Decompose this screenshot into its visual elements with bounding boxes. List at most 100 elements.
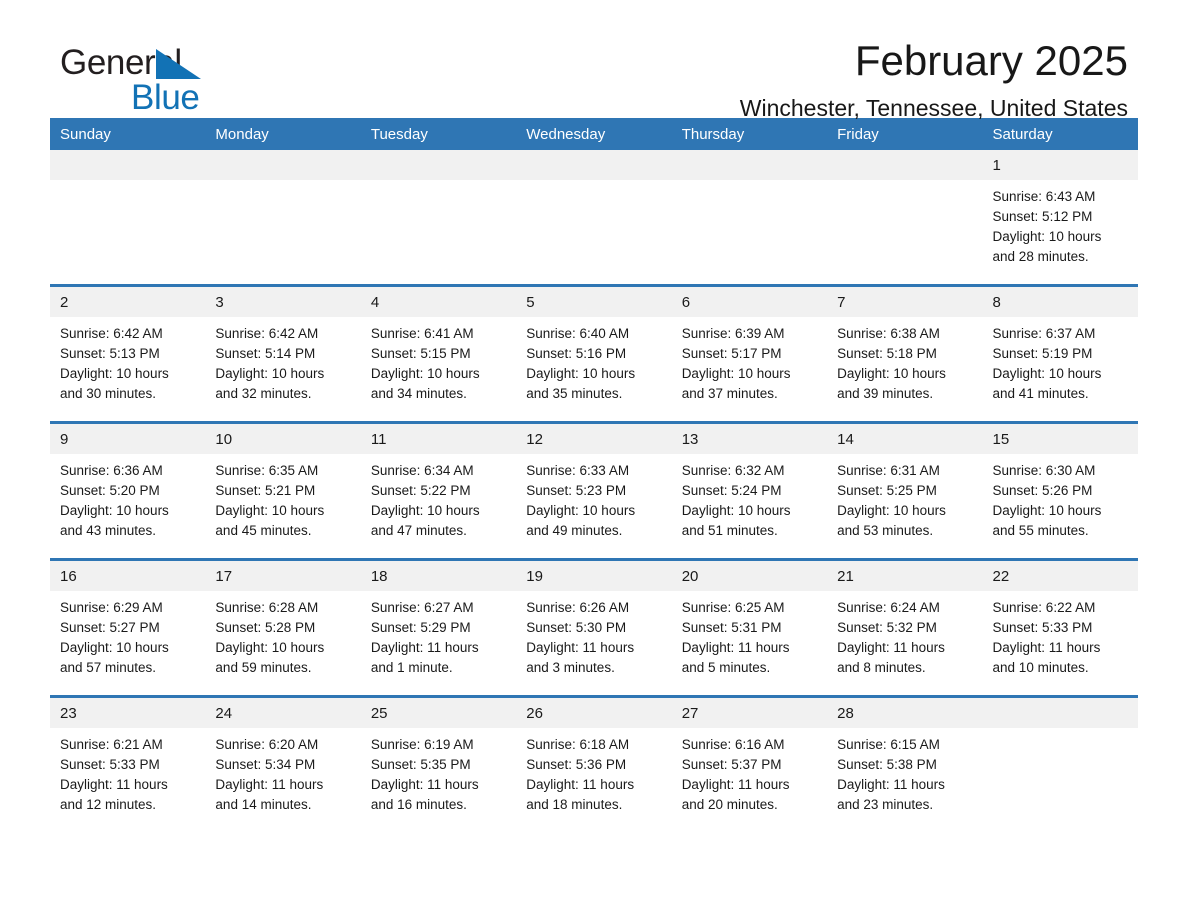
calendar-day-cell[interactable]: 22 Sunrise: 6:22 AM Sunset: 5:33 PM Dayligh… <box>982 559 1138 697</box>
calendar-day-cell[interactable]: 17 Sunrise: 6:28 AM Sunset: 5:28 PM Dayligh… <box>205 559 361 697</box>
day-details: Sunrise: 6:29 AM Sunset: 5:27 PM Daylight:… <box>50 591 205 678</box>
day-details: Sunrise: 6:34 AM Sunset: 5:22 PM Daylight:… <box>361 454 516 541</box>
calendar-week-row: 23 Sunrise: 6:21 AM Sunset: 5:33 PM Dayligh… <box>50 696 1138 832</box>
daylight-duration-line2: and 5 minutes. <box>681 660 771 675</box>
daylight-duration-line1: Daylight: 11 hours <box>370 777 479 792</box>
logo-word-general: General <box>60 44 400 82</box>
day-details: Sunrise: 6:35 AM Sunset: 5:21 PM Daylight:… <box>205 454 360 541</box>
calendar-day-cell[interactable]: 5 Sunrise: 6:40 AM Sunset: 5:16 PM Daylight… <box>516 285 672 423</box>
day-number: 2 <box>50 287 206 317</box>
daylight-duration-line1: Daylight: 11 hours <box>370 640 479 655</box>
day-number: 6 <box>671 287 828 317</box>
day-number: 22 <box>982 561 1138 591</box>
sunrise-time: Sunrise: 6:40 AM <box>526 326 630 341</box>
calendar-day-cell[interactable]: 13 Sunrise: 6:32 AM Sunset: 5:24 PM Dayligh… <box>671 422 828 560</box>
daylight-duration-line1: Daylight: 10 hours <box>215 640 325 655</box>
calendar-page: General Blue February 2025 Winchester, T… <box>0 0 1188 918</box>
calendar-day-cell[interactable]: 4 Sunrise: 6:41 AM Sunset: 5:15 PM Daylight… <box>360 285 517 423</box>
weekday-header-tuesday: Tuesday <box>360 118 517 150</box>
day-number <box>360 150 517 180</box>
daylight-duration-line1: Daylight: 10 hours <box>60 366 169 381</box>
day-details: Sunrise: 6:30 AM Sunset: 5:26 PM Daylight:… <box>983 454 1138 541</box>
daylight-duration-line2: and 23 minutes. <box>837 797 934 812</box>
day-number: 15 <box>982 424 1138 454</box>
day-details: Sunrise: 6:41 AM Sunset: 5:15 PM Daylight:… <box>361 317 516 404</box>
sunset-time: Sunset: 5:26 PM <box>992 483 1093 498</box>
daylight-duration-line1: Daylight: 10 hours <box>992 366 1102 381</box>
calendar-day-cell-empty <box>827 150 983 286</box>
calendar-day-cell[interactable]: 8 Sunrise: 6:37 AM Sunset: 5:19 PM Daylight… <box>982 285 1138 423</box>
calendar-day-cell-empty <box>205 150 361 286</box>
calendar-day-cell[interactable]: 20 Sunrise: 6:25 AM Sunset: 5:31 PM Dayligh… <box>671 559 828 697</box>
calendar-day-cell[interactable]: 2 Sunrise: 6:42 AM Sunset: 5:13 PM Daylight… <box>50 285 206 423</box>
calendar-day-cell[interactable]: 16 Sunrise: 6:29 AM Sunset: 5:27 PM Dayligh… <box>50 559 206 697</box>
daylight-duration-line1: Daylight: 11 hours <box>837 777 945 792</box>
daylight-duration-line1: Daylight: 11 hours <box>526 777 635 792</box>
day-number: 12 <box>516 424 672 454</box>
day-number: 18 <box>360 561 517 591</box>
day-details: Sunrise: 6:38 AM Sunset: 5:18 PM Daylight:… <box>827 317 982 404</box>
calendar-day-cell[interactable]: 7 Sunrise: 6:38 AM Sunset: 5:18 PM Daylight… <box>827 285 983 423</box>
daylight-duration-line1: Daylight: 10 hours <box>992 229 1102 244</box>
calendar-week-row: 2 Sunrise: 6:42 AM Sunset: 5:13 PM Daylight… <box>50 285 1138 423</box>
sunrise-time: Sunrise: 6:35 AM <box>215 463 319 478</box>
calendar-day-cell[interactable]: 14 Sunrise: 6:31 AM Sunset: 5:25 PM Dayligh… <box>827 422 983 560</box>
calendar-day-cell[interactable]: 9 Sunrise: 6:36 AM Sunset: 5:20 PM Daylight… <box>50 422 206 560</box>
page-title: February 2025 <box>854 37 1128 84</box>
daylight-duration-line1: Daylight: 10 hours <box>370 366 480 381</box>
sunset-time: Sunset: 5:22 PM <box>370 483 471 498</box>
day-number: 28 <box>827 698 983 728</box>
sunrise-time: Sunrise: 6:26 AM <box>526 600 630 615</box>
day-number: 14 <box>827 424 983 454</box>
sunset-time: Sunset: 5:16 PM <box>526 346 627 361</box>
day-details: Sunrise: 6:42 AM Sunset: 5:14 PM Daylight:… <box>205 317 360 404</box>
calendar-day-cell[interactable]: 6 Sunrise: 6:39 AM Sunset: 5:17 PM Daylight… <box>671 285 828 423</box>
calendar-header-row: Sunday Monday Tuesday Wednesday Thursday… <box>50 118 1138 150</box>
daylight-duration-line2: and 53 minutes. <box>837 523 934 538</box>
weekday-header-row: Sunday Monday Tuesday Wednesday Thursday… <box>50 118 1138 150</box>
general-blue-logo[interactable]: General Blue <box>60 44 400 120</box>
day-number: 25 <box>360 698 517 728</box>
calendar-day-cell[interactable]: 15 Sunrise: 6:30 AM Sunset: 5:26 PM Dayligh… <box>982 422 1138 560</box>
calendar-day-cell[interactable]: 23 Sunrise: 6:21 AM Sunset: 5:33 PM Dayligh… <box>50 696 206 832</box>
day-number: 27 <box>671 698 828 728</box>
calendar-day-cell-empty <box>671 150 828 286</box>
day-details: Sunrise: 6:36 AM Sunset: 5:20 PM Daylight:… <box>50 454 205 541</box>
calendar-day-cell[interactable]: 10 Sunrise: 6:35 AM Sunset: 5:21 PM Dayligh… <box>205 422 361 560</box>
calendar-day-cell[interactable]: 12 Sunrise: 6:33 AM Sunset: 5:23 PM Dayligh… <box>516 422 672 560</box>
calendar-week-row: 16 Sunrise: 6:29 AM Sunset: 5:27 PM Dayligh… <box>50 559 1138 697</box>
daylight-duration-line1: Daylight: 10 hours <box>526 366 636 381</box>
calendar-day-cell[interactable]: 25 Sunrise: 6:19 AM Sunset: 5:35 PM Dayligh… <box>360 696 517 832</box>
weekday-header-sunday: Sunday <box>50 118 206 150</box>
calendar-day-cell[interactable]: 24 Sunrise: 6:20 AM Sunset: 5:34 PM Dayligh… <box>205 696 361 832</box>
calendar-day-cell[interactable]: 21 Sunrise: 6:24 AM Sunset: 5:32 PM Dayligh… <box>827 559 983 697</box>
calendar-day-cell[interactable]: 26 Sunrise: 6:18 AM Sunset: 5:36 PM Dayligh… <box>516 696 672 832</box>
sunrise-time: Sunrise: 6:32 AM <box>681 463 785 478</box>
day-details: Sunrise: 6:27 AM Sunset: 5:29 PM Daylight:… <box>361 591 516 678</box>
calendar-day-cell[interactable]: 28 Sunrise: 6:15 AM Sunset: 5:38 PM Dayligh… <box>827 696 983 832</box>
sunrise-time: Sunrise: 6:22 AM <box>992 600 1096 615</box>
day-details: Sunrise: 6:39 AM Sunset: 5:17 PM Daylight:… <box>672 317 827 404</box>
daylight-duration-line2: and 39 minutes. <box>837 386 934 401</box>
day-details: Sunrise: 6:19 AM Sunset: 5:35 PM Daylight:… <box>361 728 516 815</box>
calendar-day-cell[interactable]: 11 Sunrise: 6:34 AM Sunset: 5:22 PM Dayligh… <box>360 422 517 560</box>
sunrise-time: Sunrise: 6:33 AM <box>526 463 630 478</box>
calendar-day-cell[interactable]: 18 Sunrise: 6:27 AM Sunset: 5:29 PM Dayligh… <box>360 559 517 697</box>
calendar-day-cell[interactable]: 1 Sunrise: 6:43 AM Sunset: 5:12 PM Daylight… <box>982 150 1138 286</box>
day-number: 10 <box>205 424 361 454</box>
calendar-day-cell-empty <box>982 696 1138 832</box>
daylight-duration-line2: and 16 minutes. <box>370 797 467 812</box>
calendar-day-cell-empty <box>516 150 672 286</box>
sunset-time: Sunset: 5:19 PM <box>992 346 1093 361</box>
sunrise-time: Sunrise: 6:28 AM <box>215 600 319 615</box>
weekday-header-monday: Monday <box>205 118 361 150</box>
calendar-day-cell[interactable]: 19 Sunrise: 6:26 AM Sunset: 5:30 PM Dayligh… <box>516 559 672 697</box>
calendar-day-cell[interactable]: 27 Sunrise: 6:16 AM Sunset: 5:37 PM Dayligh… <box>671 696 828 832</box>
calendar-day-cell[interactable]: 3 Sunrise: 6:42 AM Sunset: 5:14 PM Daylight… <box>205 285 361 423</box>
day-number: 19 <box>516 561 672 591</box>
daylight-duration-line1: Daylight: 11 hours <box>60 777 168 792</box>
sunrise-time: Sunrise: 6:42 AM <box>60 326 163 341</box>
day-number: 4 <box>360 287 517 317</box>
sunrise-time: Sunrise: 6:18 AM <box>526 737 630 752</box>
day-number: 11 <box>360 424 517 454</box>
